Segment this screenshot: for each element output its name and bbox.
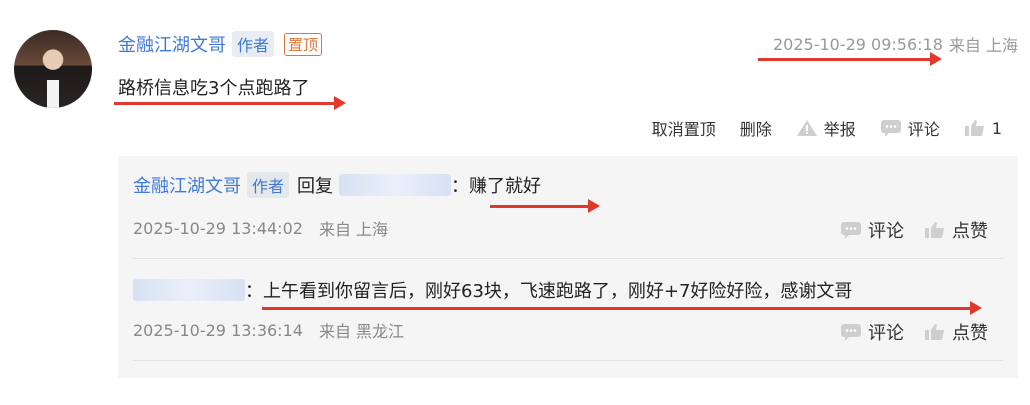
reply-2-timestamp: 2025-10-29 13:36:14 (133, 320, 303, 340)
blurred-username[interactable] (133, 279, 245, 301)
reply-word: 回复 (297, 176, 334, 197)
author-name[interactable]: 金融江湖文哥 (118, 31, 226, 57)
thumbs-up-icon (925, 324, 944, 340)
reply-2-line: ：上午看到你留言后，刚好63块，飞速跑路了，刚好+7好险好险，感谢文哥 (133, 277, 852, 303)
blurred-username[interactable] (339, 174, 452, 196)
author-badge: 作者 (232, 31, 275, 57)
reply-2-location: 来自 黑龙江 (318, 322, 405, 341)
warning-icon (796, 120, 817, 136)
reply-2-text: ：上午看到你留言后，刚好63块，飞速跑路了，刚好+7好险好险，感谢文哥 (245, 281, 853, 302)
reply-1-like-button[interactable]: 点赞 (924, 217, 988, 243)
thumbs-up-icon (925, 222, 944, 238)
reply-1-actions: 评论 点赞 (820, 217, 988, 243)
comment-timestamp: 2025-10-29 09:56:18 (772, 34, 943, 54)
reply-2-comment-button[interactable]: 评论 (840, 319, 904, 345)
reply-1-author-badge: 作者 (247, 172, 290, 198)
comment-meta: 2025-10-29 09:56:18 来自 上海 (773, 32, 1018, 56)
avatar[interactable] (14, 30, 92, 108)
reply-divider (133, 360, 1003, 361)
reply-1-location: 来自 上海 (318, 220, 389, 239)
comment-header: 金融江湖文哥 作者 置顶 (118, 30, 323, 58)
reply-1-timestamp: 2025-10-29 13:44:02 (133, 218, 303, 238)
reply-divider (133, 258, 1003, 259)
reply-1-comment-button[interactable]: 评论 (840, 217, 904, 243)
comment-icon (880, 120, 901, 137)
annotation-arrow (490, 199, 600, 213)
reply-1-author[interactable]: 金融江湖文哥 (133, 172, 241, 198)
comment-location: 来自 上海 (948, 36, 1018, 55)
comment-actions: 取消置顶 删除 举报 评论 1 (628, 116, 1002, 140)
thumbs-up-icon (964, 120, 984, 136)
annotation-arrow (114, 96, 346, 110)
reply-2-meta: 2025-10-29 13:36:14 来自 黑龙江 (133, 318, 404, 342)
annotation-arrow (758, 52, 942, 66)
like-button[interactable]: 1 (964, 119, 1002, 138)
reply-2-actions: 评论 点赞 (820, 319, 988, 345)
reply-2-like-button[interactable]: 点赞 (924, 319, 988, 345)
comment-button[interactable]: 评论 (880, 116, 940, 140)
comment-icon (841, 222, 861, 239)
annotation-arrow (262, 301, 982, 315)
reply-1-meta: 2025-10-29 13:44:02 来自 上海 (133, 216, 388, 240)
reply-1-line: 金融江湖文哥 作者 回复 ：赚了就好 (133, 172, 541, 198)
unpin-button[interactable]: 取消置顶 (652, 116, 716, 140)
comment-text: 路桥信息吃3个点跑路了 (118, 78, 310, 99)
reply-1-text: ：赚了就好 (451, 176, 542, 197)
pinned-badge: 置顶 (284, 32, 323, 56)
comment-icon (841, 324, 861, 341)
delete-button[interactable]: 删除 (740, 116, 772, 140)
report-button[interactable]: 举报 (796, 116, 856, 140)
